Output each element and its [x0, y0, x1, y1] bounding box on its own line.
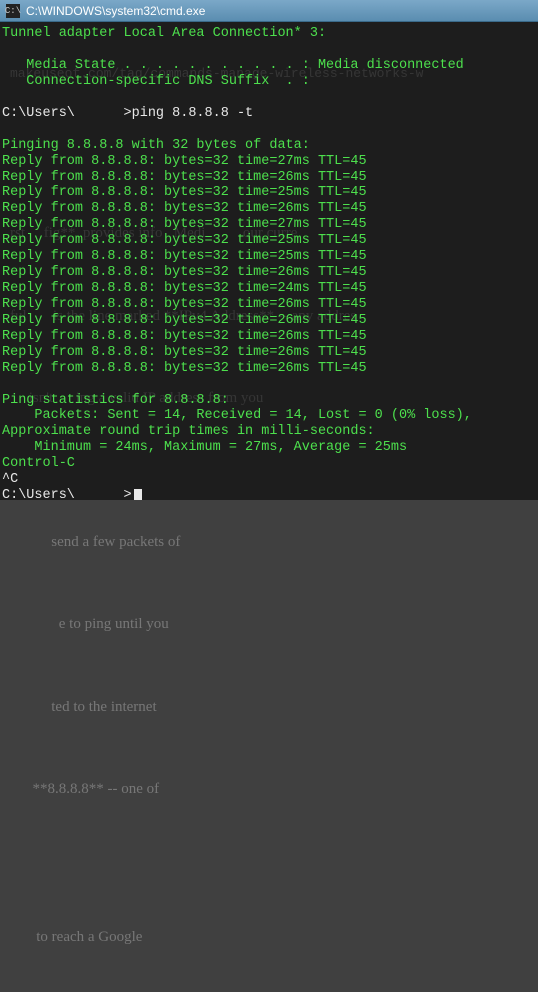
prompt-path: C:\Users\ > — [2, 488, 132, 500]
ping-reply: Reply from 8.8.8.8: bytes=32 time=27ms T… — [2, 217, 536, 233]
bg-text-5: e to ping until you — [10, 612, 528, 638]
stats-rtt-header: Approximate round trip times in milli-se… — [2, 424, 536, 440]
caret-c: ^C — [2, 472, 536, 488]
prompt-path: C:\Users\ > — [2, 106, 132, 121]
blank-line — [2, 42, 536, 58]
pinging-header: Pinging 8.8.8.8 with 32 bytes of data: — [2, 138, 536, 154]
cursor — [134, 489, 142, 500]
stats-header: Ping statistics for 8.8.8.8: — [2, 393, 536, 409]
control-c: Control-C — [2, 456, 536, 472]
bg-text-6: ted to the internet — [10, 695, 528, 721]
dns-suffix-line: Connection-specific DNS Suffix . : — [2, 74, 536, 90]
blank-line — [2, 90, 536, 106]
blank-line — [2, 377, 536, 393]
ping-reply: Reply from 8.8.8.8: bytes=32 time=25ms T… — [2, 185, 536, 201]
stats-packets: Packets: Sent = 14, Received = 14, Lost … — [2, 408, 536, 424]
ping-reply: Reply from 8.8.8.8: bytes=32 time=26ms T… — [2, 297, 536, 313]
adapter-header: Tunnel adapter Local Area Connection* 3: — [2, 26, 536, 42]
ping-reply: Reply from 8.8.8.8: bytes=32 time=26ms T… — [2, 201, 536, 217]
ping-reply: Reply from 8.8.8.8: bytes=32 time=27ms T… — [2, 154, 536, 170]
ping-reply: Reply from 8.8.8.8: bytes=32 time=26ms T… — [2, 345, 536, 361]
prompt-line-1: C:\Users\ >ping 8.8.8.8 -t — [2, 106, 536, 122]
prompt-line-2[interactable]: C:\Users\ > — [2, 488, 536, 500]
ping-command: ping 8.8.8.8 -t — [132, 106, 254, 121]
ping-reply: Reply from 8.8.8.8: bytes=32 time=26ms T… — [2, 170, 536, 186]
blank-line — [2, 122, 536, 138]
stats-rtt: Minimum = 24ms, Maximum = 27ms, Average … — [2, 440, 536, 456]
ping-reply: Reply from 8.8.8.8: bytes=32 time=26ms T… — [2, 265, 536, 281]
bg-text-9: to reach a Google — [10, 925, 528, 951]
terminal-output[interactable]: Tunnel adapter Local Area Connection* 3:… — [0, 22, 538, 500]
bg-text-7: **8.8.8.8** -- one of — [10, 777, 528, 803]
ping-reply: Reply from 8.8.8.8: bytes=32 time=25ms T… — [2, 233, 536, 249]
ping-reply: Reply from 8.8.8.8: bytes=32 time=24ms T… — [2, 281, 536, 297]
ping-reply: Reply from 8.8.8.8: bytes=32 time=26ms T… — [2, 313, 536, 329]
bg-text-4: send a few packets of — [10, 530, 528, 556]
cmd-icon: C:\ — [6, 4, 20, 18]
media-state-label: Media State . . . . . . . . . . . : — [2, 58, 310, 73]
window-title: C:\WINDOWS\system32\cmd.exe — [26, 4, 205, 18]
window-title-bar[interactable]: C:\ C:\WINDOWS\system32\cmd.exe — [0, 0, 538, 22]
ping-reply: Reply from 8.8.8.8: bytes=32 time=25ms T… — [2, 249, 536, 265]
media-state-line: Media State . . . . . . . . . . . : Medi… — [2, 58, 536, 74]
media-state-value: Media disconnected — [310, 58, 464, 73]
ping-reply: Reply from 8.8.8.8: bytes=32 time=26ms T… — [2, 361, 536, 377]
ping-reply: Reply from 8.8.8.8: bytes=32 time=26ms T… — [2, 329, 536, 345]
